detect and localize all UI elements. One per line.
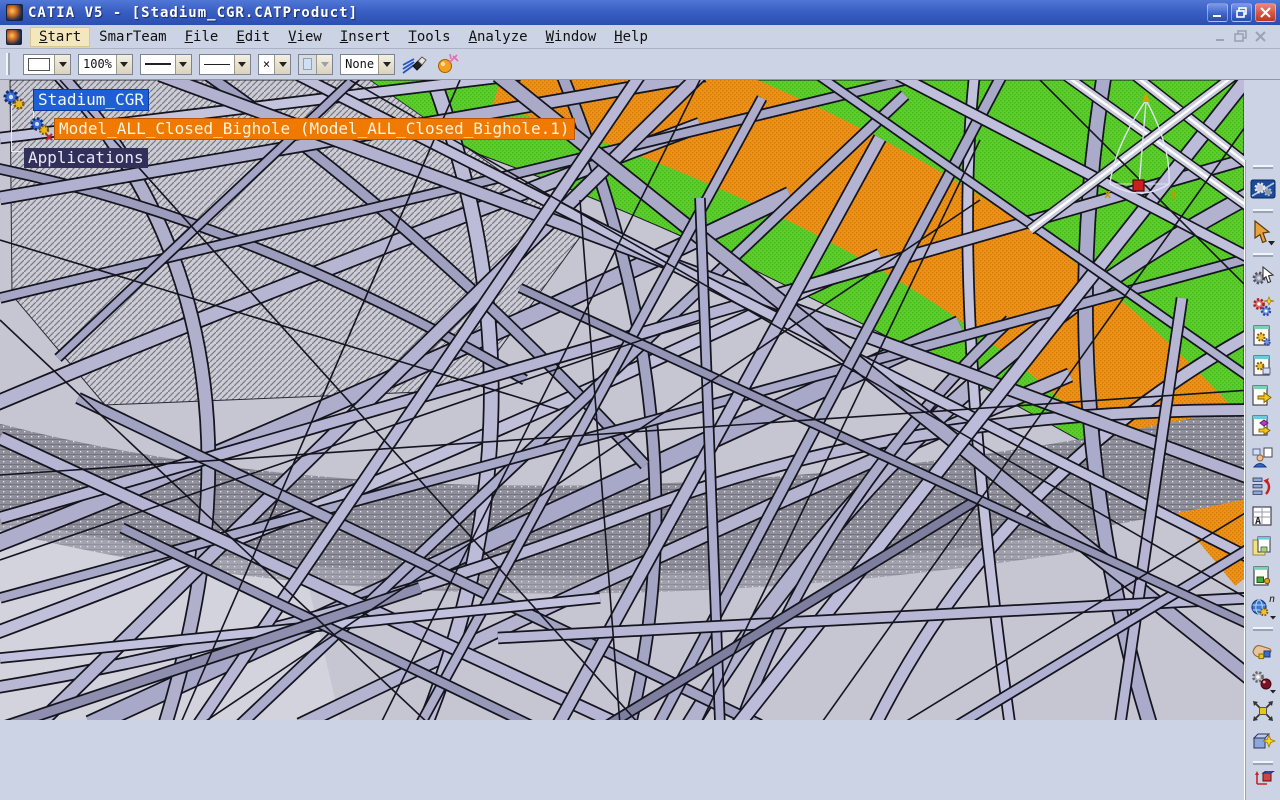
minimize-icon (1212, 7, 1223, 18)
new-product-document-icon[interactable] (1249, 353, 1277, 381)
tree-node-applications[interactable]: Applications (24, 148, 148, 168)
compass-x-label: x (1104, 187, 1111, 201)
paintbrush-icon (402, 53, 428, 75)
point-symbol-combo[interactable]: × (258, 54, 291, 75)
color-swatch (28, 58, 50, 71)
tree-node-stadium-cgr[interactable]: Stadium_CGR (33, 89, 149, 111)
tree-reorder-icon[interactable] (1249, 473, 1277, 501)
product-root-icon[interactable] (1, 87, 27, 113)
insert-component-icon[interactable] (1249, 413, 1277, 441)
compass-base-handle[interactable] (1133, 180, 1144, 191)
numbering-table-icon[interactable]: A (1249, 503, 1277, 531)
chevron-down-icon[interactable] (54, 55, 70, 74)
open-document-arrow-icon[interactable] (1249, 383, 1277, 411)
menu-view[interactable]: View (279, 27, 331, 47)
axis-cube-icon[interactable] (1249, 771, 1277, 785)
tree-node-model-all-closed-bighole[interactable]: Model_ALL_Closed_Bighole (Model_ALL_Clos… (54, 118, 575, 140)
chevron-down-icon[interactable] (274, 55, 290, 74)
stacked-documents-icon[interactable] (1249, 533, 1277, 561)
transparency-combo[interactable]: 100% (78, 54, 133, 75)
toolbar-grip[interactable] (1253, 209, 1273, 213)
menu-insert[interactable]: Insert (331, 27, 400, 47)
chevron-down-icon[interactable] (378, 55, 394, 74)
chevron-down-icon (316, 55, 332, 74)
instances-superscript: n (1269, 594, 1275, 605)
fill-color-combo[interactable] (23, 54, 71, 75)
line-type-combo[interactable] (199, 54, 251, 75)
render-style-icon (303, 58, 312, 70)
line-weight-combo[interactable] (140, 54, 192, 75)
chevron-down-icon[interactable] (116, 55, 132, 74)
close-icon (1260, 7, 1271, 18)
window-title: CATIA V5 - [Stadium_CGR.CATProduct] (28, 5, 358, 21)
menu-tools[interactable]: Tools (399, 27, 459, 47)
close-button[interactable] (1255, 3, 1276, 22)
wizard-button[interactable] (435, 52, 461, 76)
tree-branch-line (11, 151, 22, 152)
document-app-icon (6, 29, 22, 45)
minimize-button[interactable] (1207, 3, 1228, 22)
menu-help[interactable]: Help (605, 27, 657, 47)
globe-gear-icon[interactable]: n (1249, 593, 1277, 621)
part-node-icon[interactable] (26, 115, 54, 141)
transparency-value: 100% (79, 55, 116, 74)
3d-model-viewport[interactable]: x y (0, 80, 1244, 720)
select-cursor-icon[interactable] (1249, 219, 1277, 247)
3d-viewport-area: x y Stadium_CGR Model_ALL_Closed_Bighole… (0, 80, 1280, 720)
explode-arrows-icon[interactable] (1249, 697, 1277, 725)
menu-analyze[interactable]: Analyze (460, 27, 537, 47)
magic-wand-icon (435, 53, 461, 75)
menu-edit[interactable]: Edit (227, 27, 279, 47)
toolbar-grip[interactable] (1253, 165, 1273, 169)
child-minimize-button[interactable] (1214, 30, 1228, 43)
manage-person-icon[interactable] (1249, 443, 1277, 471)
right-toolbar: A n (1244, 160, 1280, 800)
chevron-down-icon[interactable] (234, 55, 250, 74)
toolbar-grip[interactable] (1253, 253, 1273, 257)
catia-app-icon (6, 4, 23, 21)
menu-file[interactable]: File (176, 27, 228, 47)
update-gears-icon[interactable] (1249, 293, 1277, 321)
layer-combo[interactable]: None (340, 54, 395, 75)
toolbar-grip[interactable] (1253, 761, 1273, 765)
compass-y-label: y (1170, 187, 1177, 201)
menu-smarteam[interactable]: SmarTeam (90, 27, 175, 47)
menu-bar: Start SmarTeam File Edit View Insert Too… (0, 25, 1280, 49)
restore-button[interactable] (1231, 3, 1252, 22)
hand-catalog-icon[interactable] (1249, 637, 1277, 665)
point-symbol-value: × (259, 55, 274, 74)
layer-value: None (341, 55, 378, 74)
graphic-properties-toolbar: 100% × None (0, 49, 1280, 80)
child-restore-button[interactable] (1234, 30, 1248, 43)
menu-window[interactable]: Window (537, 27, 606, 47)
component-star-icon[interactable] (1249, 727, 1277, 755)
gears-ball-icon[interactable] (1249, 667, 1277, 695)
document-instance-icon[interactable] (1249, 563, 1277, 591)
gear-cursor-icon[interactable] (1249, 263, 1277, 291)
child-close-button[interactable] (1254, 30, 1268, 43)
rendering-style-combo (298, 54, 333, 75)
line-weight-glyph (145, 63, 171, 65)
line-type-glyph (204, 64, 230, 65)
numbering-letter: A (1255, 516, 1261, 527)
menu-start[interactable]: Start (30, 27, 90, 47)
chevron-down-icon[interactable] (175, 55, 191, 74)
product-workbench-icon[interactable] (1249, 175, 1277, 203)
painter-button[interactable] (402, 52, 428, 76)
new-part-document-icon[interactable] (1249, 323, 1277, 351)
restore-icon (1236, 7, 1247, 18)
title-bar: CATIA V5 - [Stadium_CGR.CATProduct] (0, 0, 1280, 25)
toolbar-grip[interactable] (1253, 627, 1273, 631)
toolbar-grip[interactable] (6, 53, 10, 75)
